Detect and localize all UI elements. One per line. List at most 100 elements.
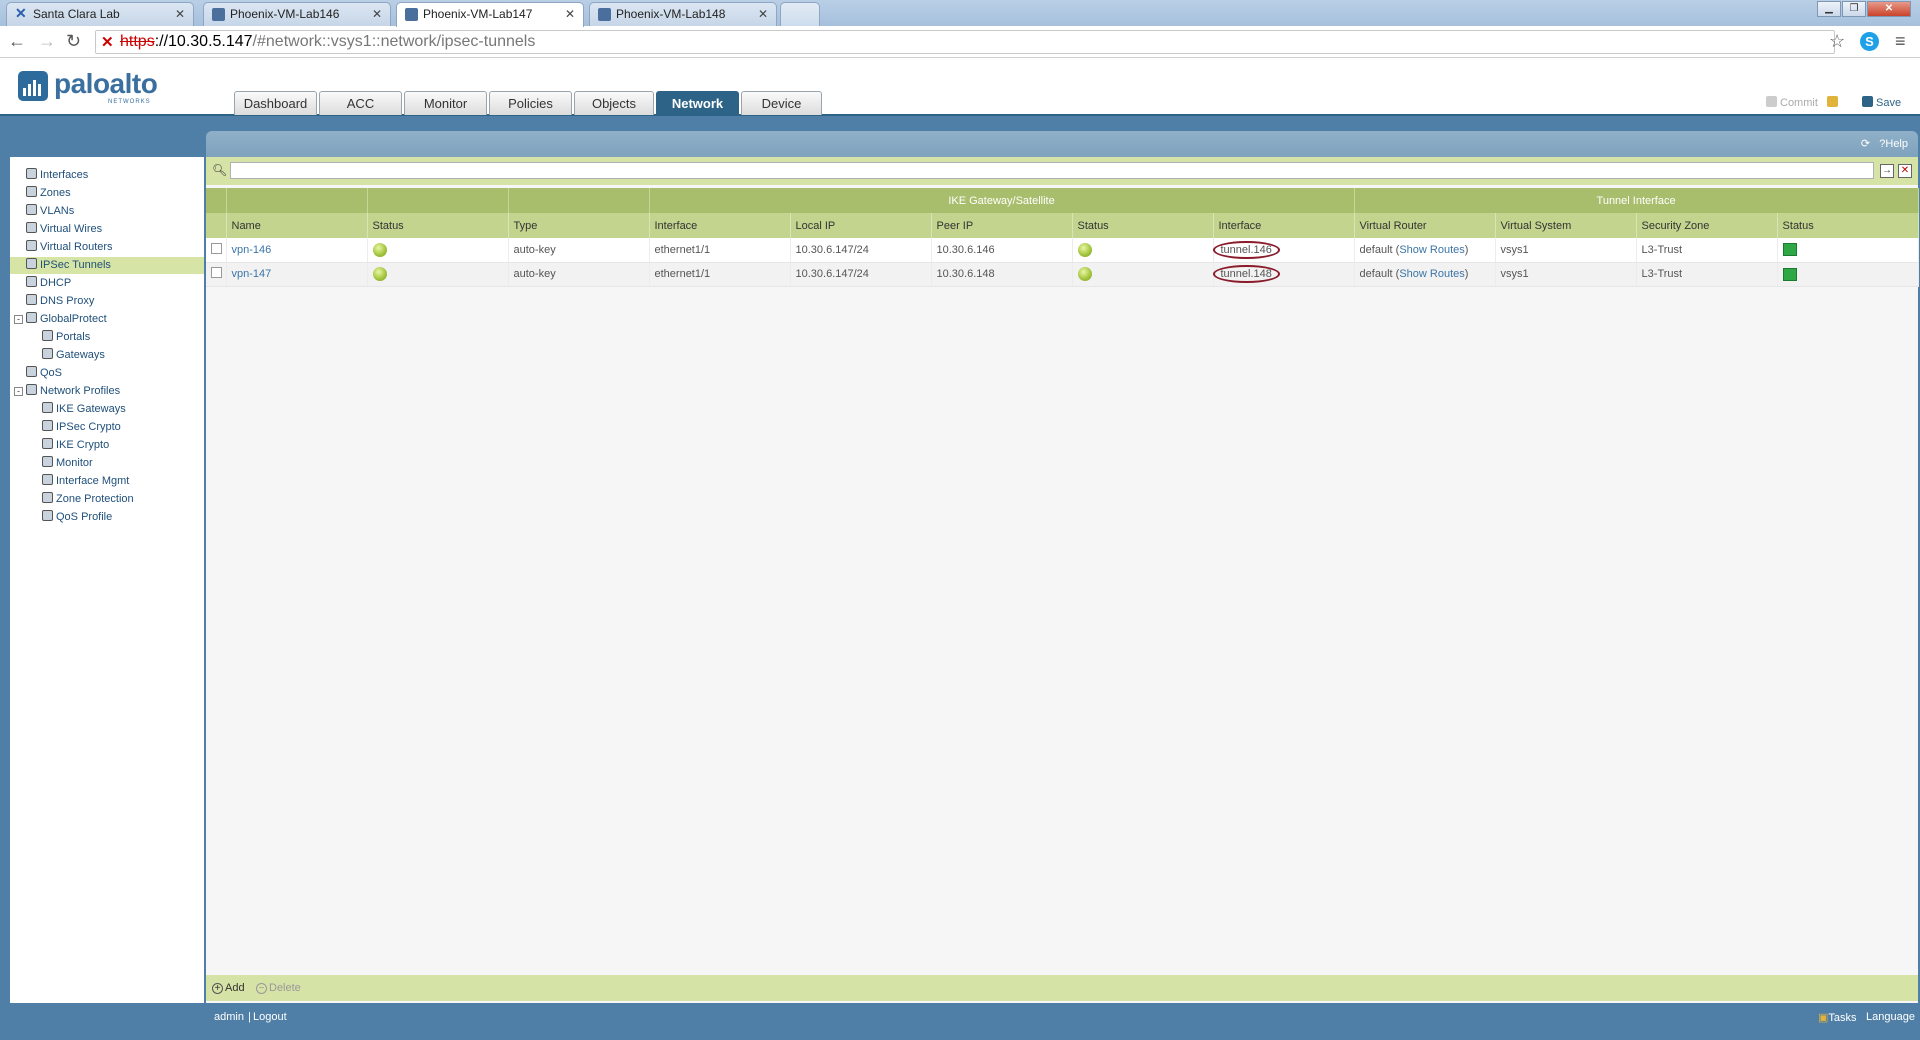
sidebar-item-vlans[interactable]: VLANs (26, 203, 74, 220)
row-checkbox[interactable] (211, 242, 222, 254)
tab-device[interactable]: Device (741, 91, 822, 115)
tunnel-name-link[interactable]: vpn-147 (232, 268, 272, 280)
help-link[interactable]: Help (1885, 138, 1908, 150)
sidebar-item-zones[interactable]: Zones (26, 185, 71, 202)
ipsec-tunnels-table: IKE Gateway/Satellite Tunnel Interface N… (206, 188, 1919, 287)
tab-network[interactable]: Network (656, 91, 739, 116)
sidebar-item-gateways[interactable]: Gateways (42, 347, 105, 364)
column-header[interactable]: Virtual System (1495, 213, 1637, 238)
column-header[interactable]: Peer IP (931, 213, 1073, 238)
tab-dashboard[interactable]: Dashboard (234, 91, 317, 115)
tab-acc[interactable]: ACC (319, 91, 402, 115)
sidebar-item-network-profiles[interactable]: Network Profiles (26, 383, 120, 400)
sidebar-item-monitor[interactable]: Monitor (42, 455, 93, 472)
sidebar-item-ipsec-tunnels[interactable]: IPSec Tunnels (10, 257, 204, 274)
sidebar-item-ipsec-crypto[interactable]: IPSec Crypto (42, 419, 121, 436)
forward-icon[interactable]: → (38, 31, 56, 52)
tab-label: Santa Clara Lab (33, 7, 120, 21)
refresh-icon[interactable]: ⟳ (1861, 138, 1870, 150)
clear-filter-icon[interactable]: ✕ (1898, 164, 1912, 178)
column-header[interactable]: Virtual Router (1354, 213, 1496, 238)
sidebar-item-label: QoS (40, 367, 63, 379)
sidebar-item-portals[interactable]: Portals (42, 329, 90, 346)
tab-monitor[interactable]: Monitor (404, 91, 487, 115)
tasks-label: Tasks (1828, 1012, 1857, 1024)
sidebar-item-interface-mgmt[interactable]: Interface Mgmt (42, 473, 129, 490)
bookmark-star-icon[interactable]: ☆ (1829, 31, 1845, 52)
ike-crypto-icon (42, 438, 53, 449)
show-routes-link[interactable]: Show Routes (1399, 244, 1464, 256)
column-header[interactable]: Status (1072, 213, 1214, 238)
group-header-spacer (226, 188, 368, 213)
row-checkbox[interactable] (211, 267, 222, 278)
table-row[interactable]: vpn-146 auto-key ethernet1/1 10.30.6.147… (206, 238, 1919, 263)
tab-close-icon[interactable]: ✕ (372, 7, 382, 21)
virtual-routers-icon (26, 240, 37, 251)
tab-close-icon[interactable]: ✕ (565, 7, 575, 21)
sidebar-item-zone-protection[interactable]: Zone Protection (42, 491, 134, 508)
sidebar-item-virtual-routers[interactable]: Virtual Routers (26, 239, 113, 256)
skype-icon[interactable]: S (1860, 32, 1879, 51)
virtual-system-cell: vsys1 (1495, 262, 1637, 287)
local-ip-cell: 10.30.6.147/24 (790, 262, 932, 287)
sidebar-item-label: DNS Proxy (40, 295, 95, 307)
sidebar-item-dns-proxy[interactable]: DNS Proxy (26, 293, 94, 310)
qos-icon (26, 366, 37, 377)
sidebar-item-label: VLANs (40, 205, 75, 217)
table-row[interactable]: vpn-147 auto-key ethernet1/1 10.30.6.147… (206, 262, 1919, 287)
column-header[interactable]: Interface (649, 213, 791, 238)
sidebar-item-ike-gateways[interactable]: IKE Gateways (42, 401, 126, 418)
tab-close-icon[interactable]: ✕ (175, 7, 185, 21)
tunnel-name-link[interactable]: vpn-146 (232, 244, 272, 256)
browser-tab[interactable]: ✕ Santa Clara Lab ✕ (6, 2, 194, 26)
column-header[interactable]: Name (226, 213, 368, 238)
window-close-icon[interactable]: ✕ (1867, 1, 1911, 17)
sidebar-item-label: Gateways (56, 349, 105, 361)
logout-link[interactable]: Logout (253, 1011, 287, 1023)
sidebar-item-qos[interactable]: QoS (26, 365, 62, 382)
sidebar-item-qos-profile[interactable]: QoS Profile (42, 509, 112, 526)
browser-tab[interactable]: Phoenix-VM-Lab148 ✕ (589, 2, 777, 26)
commit-icon (1766, 96, 1777, 107)
group-header-tunnel: Tunnel Interface (1354, 188, 1919, 213)
column-header[interactable]: Status (367, 213, 509, 238)
apply-filter-icon[interactable]: → (1880, 164, 1894, 178)
column-header[interactable]: Local IP (790, 213, 932, 238)
restore-icon[interactable]: ❐ (1842, 1, 1866, 17)
tasks-button[interactable]: ▣Tasks (1818, 1011, 1857, 1024)
tab-policies[interactable]: Policies (489, 91, 572, 115)
url-field[interactable]: ✕ https://10.30.5.147/#network::vsys1::n… (95, 30, 1835, 54)
sidebar-item-interfaces[interactable]: Interfaces (26, 167, 88, 184)
menu-icon[interactable]: ≡ (1895, 31, 1906, 52)
tab-close-icon[interactable]: ✕ (758, 7, 768, 21)
collapse-toggle-icon[interactable]: - (14, 315, 23, 324)
browser-tab[interactable]: Phoenix-VM-Lab146 ✕ (203, 2, 391, 26)
show-routes-link[interactable]: Show Routes (1399, 268, 1464, 280)
column-header[interactable]: Interface (1213, 213, 1355, 238)
sidebar-item-dhcp[interactable]: DHCP (26, 275, 71, 292)
save-button[interactable]: Save (1862, 96, 1901, 109)
commit-button[interactable]: Commit (1766, 96, 1841, 109)
filter-input[interactable] (230, 162, 1874, 179)
sidebar-item-virtual-wires[interactable]: Virtual Wires (26, 221, 102, 238)
language-link[interactable]: Language (1866, 1011, 1915, 1023)
minimize-icon[interactable]: ▁ (1817, 1, 1841, 17)
collapse-toggle-icon[interactable]: - (14, 387, 23, 396)
ike-gateways-icon (42, 402, 53, 413)
sidebar-item-label: Interfaces (40, 169, 89, 181)
tab-objects[interactable]: Objects (574, 91, 654, 115)
column-header[interactable]: Status (1777, 213, 1919, 238)
sidebar-item-globalprotect[interactable]: GlobalProtect (26, 311, 107, 328)
column-header[interactable]: Type (508, 213, 650, 238)
new-tab-button[interactable] (780, 2, 820, 26)
column-header[interactable]: Security Zone (1636, 213, 1778, 238)
ipsec-tunnels-panel: 🔍︎ → ✕ IKE Gateway/Satellite Tunnel Inte… (206, 157, 1919, 1003)
browser-tab-active[interactable]: Phoenix-VM-Lab147 ✕ (396, 2, 584, 27)
add-button[interactable]: + Add (212, 982, 245, 994)
back-icon[interactable]: ← (8, 31, 26, 52)
action-bar: + Add − Delete (206, 975, 1918, 1001)
reload-icon[interactable]: ↻ (66, 31, 81, 52)
delete-button[interactable]: − Delete (256, 982, 301, 994)
peer-ip-cell: 10.30.6.146 (931, 238, 1073, 263)
sidebar-item-ike-crypto[interactable]: IKE Crypto (42, 437, 109, 454)
